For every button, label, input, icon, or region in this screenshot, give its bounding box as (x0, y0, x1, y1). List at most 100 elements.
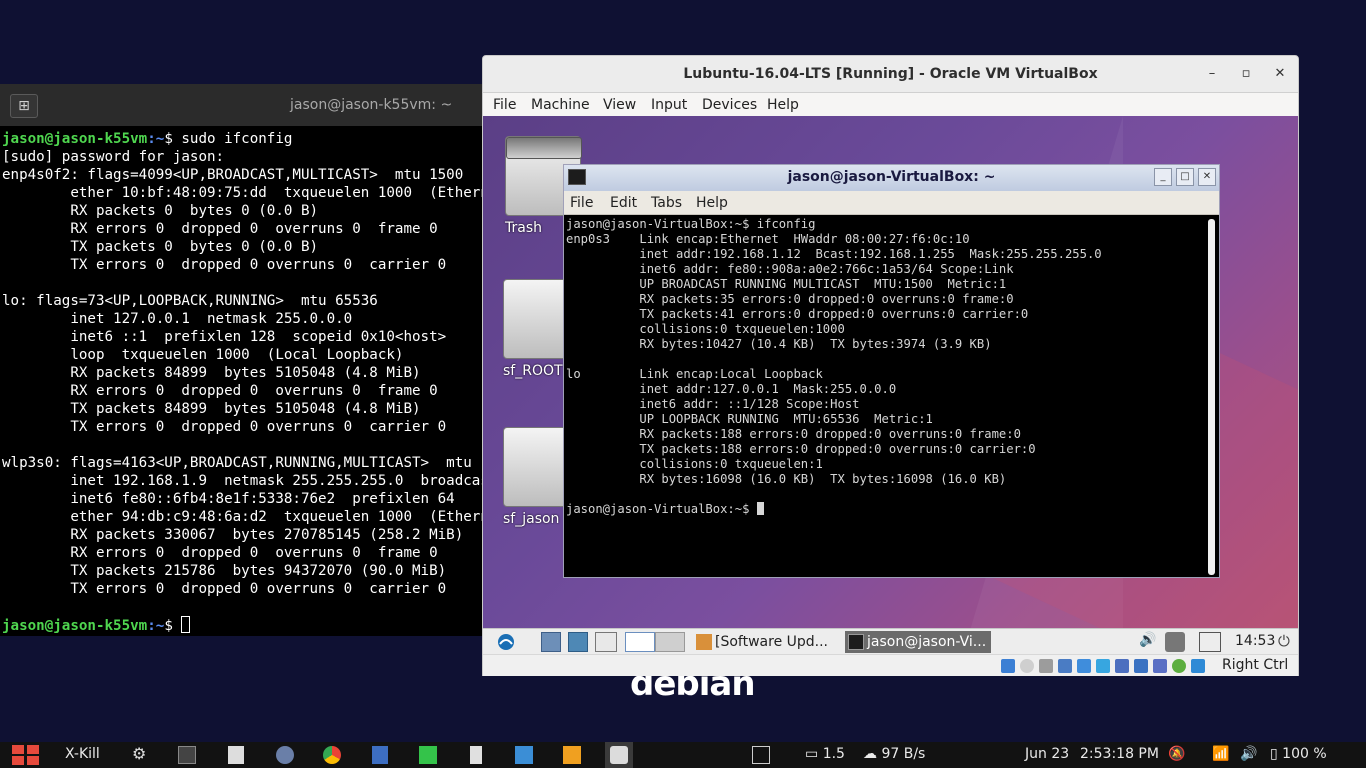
settings-gear-icon[interactable]: ⚙ (132, 744, 148, 763)
file-manager-icon[interactable] (541, 632, 561, 652)
volume-icon[interactable]: 🔊 (1139, 632, 1159, 652)
host-terminal-line: jason@jason-k55vm:~$ sudo ifconfig (2, 130, 483, 148)
menu-view[interactable]: View (603, 97, 636, 113)
guest-terminal-line: inet6 addr: fe80::908a:a0e2:766c:1a53/64… (566, 262, 1014, 276)
guest-terminal-line: RX packets:188 errors:0 dropped:0 overru… (566, 427, 1021, 441)
display-icon[interactable] (1115, 659, 1129, 673)
xkill-button[interactable]: X-Kill (65, 746, 100, 762)
window-switcher-icon[interactable] (595, 632, 617, 652)
volume-icon[interactable]: 🔊 (1240, 746, 1258, 764)
date-label[interactable]: Jun 23 (1025, 746, 1069, 762)
guest-terminal-window[interactable]: jason@jason-VirtualBox: ~ _ □ ✕ File Edi… (563, 164, 1220, 578)
task-label: jason@jason-Vi... (867, 634, 987, 650)
host-terminal-line: TX errors 0 dropped 0 overruns 0 carrier… (2, 419, 447, 435)
menu-devices[interactable]: Devices (702, 97, 757, 113)
prompt-path: :~ (147, 131, 165, 147)
host-terminal-line: inet6 fe80::6fb4:8e1f:5338:76e2 prefixle… (2, 491, 455, 507)
guest-terminal-output[interactable]: jason@jason-VirtualBox:~$ ifconfig enp0s3… (566, 217, 1102, 517)
task-guest-terminal[interactable]: jason@jason-Vi... (845, 631, 991, 653)
prompt-user: jason@jason-k55vm (2, 618, 148, 634)
shared-folders-icon[interactable] (1096, 659, 1110, 673)
virtualization-icon[interactable] (1153, 659, 1167, 673)
wifi-icon[interactable]: 📶 (1212, 746, 1230, 764)
lubuntu-menu-icon[interactable] (495, 632, 517, 652)
workspaces-icon[interactable] (1199, 632, 1221, 652)
host-terminal-line: TX errors 0 dropped 0 overruns 0 carrier… (2, 581, 447, 597)
puzzle-icon[interactable] (419, 746, 437, 764)
new-tab-icon[interactable]: ⊞ (10, 94, 38, 118)
network-adapter-icon[interactable] (1058, 659, 1072, 673)
task-software-updater[interactable]: [Software Upd... (693, 631, 838, 653)
calculator-icon[interactable] (470, 746, 482, 764)
guest-clock[interactable]: 14:53 (1235, 633, 1275, 649)
desktop-pager-1[interactable] (625, 632, 655, 652)
menu-file[interactable]: File (493, 97, 516, 113)
guest-terminal-line: RX bytes:16098 (16.0 KB) TX bytes:16098 … (566, 472, 1007, 486)
host-terminal-titlebar[interactable]: ⊞ jason@jason-k55vm: ~ (0, 84, 483, 126)
text-cursor (181, 616, 191, 633)
web-browser-icon[interactable] (568, 632, 588, 652)
guest-minimize-button[interactable]: _ (1154, 168, 1172, 186)
host-terminal-window[interactable]: ⊞ jason@jason-k55vm: ~ jason@jason-k55vm… (0, 84, 483, 636)
battery-indicator[interactable]: ▯ 100 % (1270, 746, 1327, 762)
power-icon[interactable]: ⏻ (1278, 632, 1294, 652)
virtualbox-title: Lubuntu-16.04-LTS [Running] - Oracle VM … (683, 66, 1098, 82)
chrome-icon[interactable] (323, 746, 341, 764)
cpu-load[interactable]: ▭ 1.5 (805, 746, 845, 762)
close-button[interactable]: ✕ (1269, 64, 1291, 84)
usb-icon[interactable] (1077, 659, 1091, 673)
guest-menu-help[interactable]: Help (696, 195, 728, 211)
host-terminal-output[interactable]: jason@jason-k55vm:~$ sudo ifconfig [sudo]… (2, 130, 483, 635)
system-monitor-icon[interactable] (752, 746, 770, 764)
host-terminal-line: enp4s0f2: flags=4099<UP,BROADCAST,MULTIC… (2, 167, 464, 183)
mouse-integration-icon[interactable] (1172, 659, 1186, 673)
cpu-load-value: 1.5 (822, 746, 845, 762)
menu-input[interactable]: Input (651, 97, 687, 113)
video-capture-icon[interactable] (1134, 659, 1148, 673)
guest-terminal-line: jason@jason-VirtualBox:~$ ifconfig (566, 217, 816, 231)
vm-display[interactable]: Trash sf_ROOT sf_jason jason@jason-Virtu… (483, 116, 1298, 654)
guest-terminal-line: inet6 addr: ::1/128 Scope:Host (566, 397, 860, 411)
time-label[interactable]: 2:53:18 PM (1080, 746, 1159, 762)
archive-icon[interactable] (563, 746, 581, 764)
guest-terminal-line: collisions:0 txqueuelen:1000 (566, 322, 845, 336)
optical-drive-icon[interactable] (1020, 659, 1034, 673)
minimize-button[interactable]: – (1201, 64, 1223, 84)
terminal-launcher-icon[interactable] (178, 746, 196, 764)
maximize-button[interactable]: ▫ (1235, 64, 1257, 84)
image-viewer-icon[interactable] (515, 746, 533, 764)
menu-machine[interactable]: Machine (531, 97, 590, 113)
guest-menu-tabs[interactable]: Tabs (651, 195, 682, 211)
menu-help[interactable]: Help (767, 97, 799, 113)
audio-icon[interactable] (1039, 659, 1053, 673)
document-viewer-icon[interactable] (372, 746, 388, 764)
host-terminal-line: inet6 ::1 prefixlen 128 scopeid 0x10<hos… (2, 329, 447, 345)
guest-close-button[interactable]: ✕ (1198, 168, 1216, 186)
notifications-muted-icon[interactable]: 🔕 (1168, 746, 1185, 764)
task-label: [Software Upd... (715, 634, 828, 650)
app-menu-icon[interactable] (12, 745, 40, 765)
hard-disk-icon[interactable] (1001, 659, 1015, 673)
network-icon[interactable] (1165, 632, 1185, 652)
guest-taskbar: [Software Upd... jason@jason-Vi... 🔊 14:… (483, 628, 1298, 654)
virtualbox-task-icon[interactable] (610, 746, 628, 764)
network-speed[interactable]: ☁ 97 B/s (863, 746, 925, 762)
guest-terminal-line: TX packets:188 errors:0 dropped:0 overru… (566, 442, 1036, 456)
guest-menu-file[interactable]: File (570, 195, 593, 211)
guest-maximize-button[interactable]: □ (1176, 168, 1194, 186)
guest-terminal-line: inet addr:127.0.0.1 Mask:255.0.0.0 (566, 382, 897, 396)
guest-menu-edit[interactable]: Edit (610, 195, 637, 211)
text-editor-icon[interactable] (228, 746, 244, 764)
globe-icon[interactable] (276, 746, 294, 764)
host-terminal-line (2, 274, 483, 292)
guest-terminal-line (566, 487, 1102, 502)
virtualbox-window[interactable]: Lubuntu-16.04-LTS [Running] - Oracle VM … (482, 55, 1299, 676)
host-terminal-line: TX packets 215786 bytes 94372070 (90.0 M… (2, 563, 447, 579)
desktop-pager-2[interactable] (655, 632, 685, 652)
host-terminal-line: RX errors 0 dropped 0 overruns 0 frame 0 (2, 221, 438, 237)
keyboard-capture-icon[interactable] (1191, 659, 1205, 673)
virtualbox-titlebar[interactable]: Lubuntu-16.04-LTS [Running] - Oracle VM … (483, 56, 1298, 93)
guest-terminal-line (566, 352, 1102, 367)
guest-terminal-scrollbar[interactable] (1208, 219, 1215, 575)
guest-terminal-titlebar[interactable]: jason@jason-VirtualBox: ~ _ □ ✕ (564, 165, 1219, 191)
